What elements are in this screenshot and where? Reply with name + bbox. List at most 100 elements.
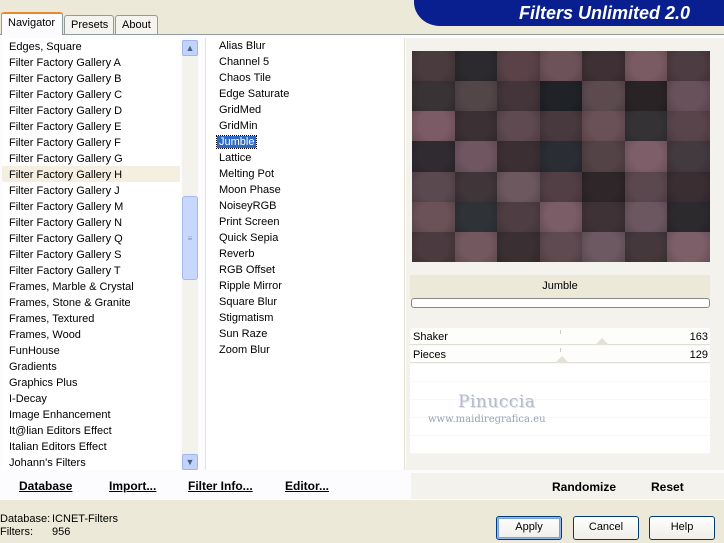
title-banner: Filters Unlimited 2.0 bbox=[414, 0, 724, 26]
category-item[interactable]: Filter Factory Gallery G bbox=[2, 150, 180, 166]
category-item[interactable]: Filter Factory Gallery N bbox=[2, 214, 180, 230]
filter-item[interactable]: Lattice bbox=[206, 150, 404, 166]
preview-tile bbox=[454, 141, 498, 172]
category-scrollbar[interactable]: ▲ ≡ ▼ bbox=[182, 40, 198, 470]
import-button[interactable]: Import... bbox=[109, 479, 156, 493]
cancel-button[interactable]: Cancel bbox=[573, 516, 639, 540]
slider-knob[interactable] bbox=[554, 356, 569, 363]
category-item[interactable]: Filter Factory Gallery F bbox=[2, 134, 180, 150]
param-slider-pieces[interactable]: Pieces 129 bbox=[410, 346, 710, 364]
filter-item[interactable]: Ripple Mirror bbox=[206, 278, 404, 294]
preview-tile bbox=[454, 231, 498, 262]
preview-tile bbox=[539, 111, 583, 142]
filter-item-label: Zoom Blur bbox=[219, 344, 270, 356]
preview-tile bbox=[412, 51, 455, 82]
category-item[interactable]: Filter Factory Gallery M bbox=[2, 198, 180, 214]
param-slider-shaker[interactable]: Shaker 163 bbox=[410, 328, 710, 346]
tab-navigator[interactable]: Navigator bbox=[1, 12, 63, 35]
preview-tile bbox=[667, 171, 710, 202]
category-list[interactable]: Edges, Square Filter Factory Gallery A Fil… bbox=[2, 38, 180, 470]
param-slot-empty bbox=[410, 382, 710, 400]
tab-presets[interactable]: Presets bbox=[64, 15, 114, 34]
filter-item[interactable]: Jumble bbox=[206, 134, 404, 150]
filter-item[interactable]: GridMed bbox=[206, 102, 404, 118]
category-item[interactable]: Edges, Square bbox=[2, 38, 180, 54]
filter-item[interactable]: Moon Phase bbox=[206, 182, 404, 198]
category-item[interactable]: It@lian Editors Effect bbox=[2, 422, 180, 438]
category-item[interactable]: Filter Factory Gallery E bbox=[2, 118, 180, 134]
filter-item[interactable]: NoiseyRGB bbox=[206, 198, 404, 214]
preview-tile bbox=[412, 201, 455, 232]
apply-button[interactable]: Apply bbox=[496, 516, 562, 540]
slider-track[interactable] bbox=[410, 344, 710, 345]
editor-button[interactable]: Editor... bbox=[285, 479, 329, 493]
filter-item[interactable]: Quick Sepia bbox=[206, 230, 404, 246]
category-item[interactable]: Graphics Plus bbox=[2, 374, 180, 390]
category-item[interactable]: Filter Factory Gallery B bbox=[2, 70, 180, 86]
filter-item[interactable]: Print Screen bbox=[206, 214, 404, 230]
chevron-up-icon: ▲ bbox=[185, 43, 195, 53]
category-item[interactable]: Frames, Textured bbox=[2, 310, 180, 326]
scroll-down-button[interactable]: ▼ bbox=[182, 454, 198, 470]
category-item[interactable]: Filter Factory Gallery S bbox=[2, 246, 180, 262]
filter-item[interactable]: Reverb bbox=[206, 246, 404, 262]
category-item[interactable]: Filter Factory Gallery C bbox=[2, 86, 180, 102]
category-item[interactable]: Image Enhancement bbox=[2, 406, 180, 422]
filter-item[interactable]: Sun Raze bbox=[206, 326, 404, 342]
param-label: Shaker bbox=[413, 331, 448, 343]
category-item[interactable]: Johann's Filters bbox=[2, 454, 180, 470]
category-item[interactable]: Filter Factory Gallery Q bbox=[2, 230, 180, 246]
tab-about[interactable]: About bbox=[115, 15, 158, 34]
category-item[interactable]: Frames, Stone & Granite bbox=[2, 294, 180, 310]
filter-item[interactable]: Melting Pot bbox=[206, 166, 404, 182]
slider-center-tick bbox=[560, 330, 561, 334]
status-database-label: Database: bbox=[0, 513, 51, 525]
category-item[interactable]: Filter Factory Gallery D bbox=[2, 102, 180, 118]
database-button[interactable]: Database bbox=[19, 479, 72, 493]
category-item[interactable]: Filter Factory Gallery A bbox=[2, 54, 180, 70]
category-item[interactable]: Filter Factory Gallery J bbox=[2, 182, 180, 198]
reset-button[interactable]: Reset bbox=[651, 480, 684, 494]
preview-tile bbox=[624, 231, 668, 262]
preview-tile bbox=[582, 51, 625, 82]
category-item[interactable]: Gradients bbox=[2, 358, 180, 374]
preview-tile bbox=[539, 171, 583, 202]
category-item[interactable]: I-Decay bbox=[2, 390, 180, 406]
filter-item-label: Square Blur bbox=[219, 296, 278, 308]
filter-item[interactable]: GridMin bbox=[206, 118, 404, 134]
filter-item[interactable]: Edge Saturate bbox=[206, 86, 404, 102]
randomize-button[interactable]: Randomize bbox=[552, 480, 616, 494]
preview-tile bbox=[497, 81, 540, 112]
filter-info-button[interactable]: Filter Info... bbox=[188, 479, 253, 493]
scroll-up-button[interactable]: ▲ bbox=[182, 40, 198, 56]
preview-tile bbox=[454, 171, 498, 202]
category-item[interactable]: Frames, Wood bbox=[2, 326, 180, 342]
filter-item[interactable]: Alias Blur bbox=[206, 38, 404, 54]
filter-item[interactable]: Square Blur bbox=[206, 294, 404, 310]
param-label: Pieces bbox=[413, 349, 447, 361]
filter-item[interactable]: Chaos Tile bbox=[206, 70, 404, 86]
filter-item-label: Ripple Mirror bbox=[219, 280, 282, 292]
scroll-thumb[interactable]: ≡ bbox=[182, 196, 198, 280]
filter-item[interactable]: Stigmatism bbox=[206, 310, 404, 326]
param-value: 163 bbox=[689, 331, 708, 343]
category-item[interactable]: Filter Factory Gallery T bbox=[2, 262, 180, 278]
preview-tile bbox=[582, 171, 625, 202]
category-item[interactable]: Filter Factory Gallery H bbox=[2, 166, 180, 182]
filter-item-label: Reverb bbox=[219, 248, 255, 260]
filter-item[interactable]: Zoom Blur bbox=[206, 342, 404, 358]
category-item[interactable]: Italian Editors Effect bbox=[2, 438, 180, 454]
filter-item[interactable]: RGB Offset bbox=[206, 262, 404, 278]
filter-info-label: Filter Info... bbox=[188, 479, 253, 493]
filter-list[interactable]: Alias Blur Channel 5 Chaos Tile Edge Satura… bbox=[205, 38, 405, 470]
filter-item-label: GridMed bbox=[219, 104, 262, 116]
filter-item[interactable]: Channel 5 bbox=[206, 54, 404, 70]
preset-toolbar: Randomize Reset bbox=[411, 473, 724, 499]
category-item[interactable]: FunHouse bbox=[2, 342, 180, 358]
slider-knob[interactable] bbox=[595, 338, 609, 345]
category-item[interactable]: Frames, Marble & Crystal bbox=[2, 278, 180, 294]
help-button[interactable]: Help bbox=[649, 516, 715, 540]
preview-tile bbox=[624, 81, 668, 112]
import-label: Import... bbox=[109, 479, 157, 493]
preview-tile bbox=[497, 141, 540, 172]
